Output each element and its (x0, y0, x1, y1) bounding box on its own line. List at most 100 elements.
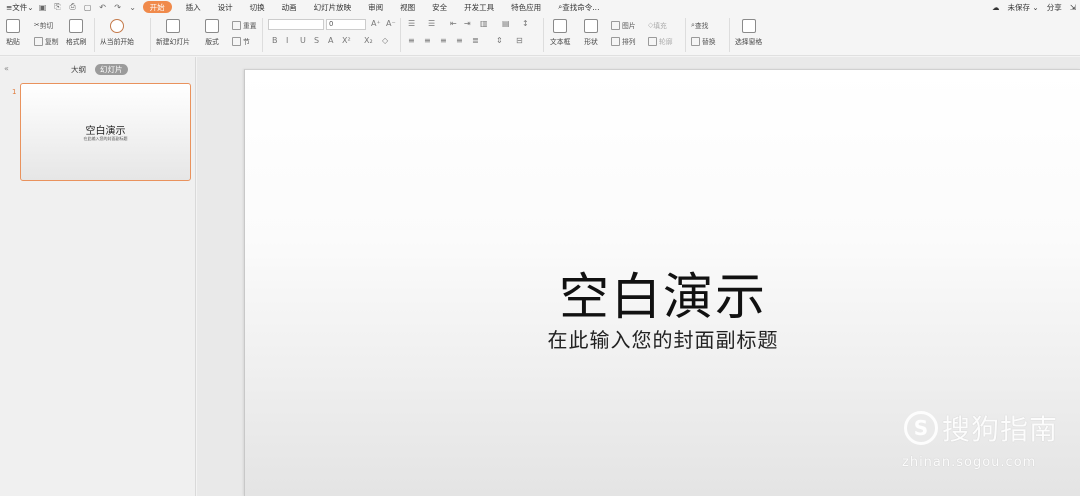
tab-special-apps[interactable]: 特色应用 (511, 1, 541, 13)
shape-button[interactable]: 形状 (584, 19, 598, 46)
paste-icon (6, 19, 20, 33)
justify-icon[interactable]: ≡ (456, 36, 463, 45)
share-button[interactable]: 分享 (1047, 2, 1062, 13)
line-spacing-icon[interactable]: ↕ (522, 19, 529, 28)
numbered-list-icon[interactable]: ☰ (428, 19, 435, 28)
divider (543, 18, 544, 52)
tab-developer[interactable]: 开发工具 (464, 1, 494, 13)
align-center-icon[interactable]: ≡ (424, 36, 431, 45)
redo-icon[interactable]: ↷ (113, 2, 123, 12)
reset-label: 重置 (243, 22, 257, 30)
reset-icon (232, 20, 241, 30)
picture-label: 图片 (622, 22, 636, 30)
reset-button[interactable]: 重置 (232, 20, 257, 30)
clear-format-icon[interactable]: ◇ (382, 36, 388, 45)
bullet-list-icon[interactable]: ☰ (408, 19, 415, 28)
slide-subtitle[interactable]: 在此输入您的封面副标题 (245, 324, 1080, 353)
format-painter-button[interactable]: 格式刷 (66, 19, 86, 46)
picture-button[interactable]: 图片 (611, 20, 636, 30)
preview-icon[interactable]: ▢ (83, 2, 93, 12)
increase-font-icon[interactable]: A⁺ (371, 19, 381, 28)
italic-icon[interactable]: I (286, 36, 288, 45)
brush-icon (69, 19, 84, 33)
paragraph-icon[interactable]: ⊟ (516, 36, 523, 45)
text-direction-icon[interactable]: ▤ (502, 19, 510, 28)
layout-icon (205, 19, 219, 33)
expand-icon[interactable]: ⇲ (1070, 3, 1076, 12)
watermark-text: 搜狗指南 (942, 413, 1059, 446)
outline-button[interactable]: 轮廓 (648, 36, 673, 46)
tab-slideshow[interactable]: 幻灯片放映 (314, 1, 352, 13)
selection-pane-label: 选择窗格 (735, 38, 763, 46)
font-color-icon[interactable]: A (328, 36, 333, 45)
tab-insert[interactable]: 插入 (186, 1, 201, 13)
menu-bar: ≡ 文件 ⌄ ▣ ⎘ ⎙ ▢ ↶ ↷ ⌄ 开始 插入 设计 切换 动画 幻灯片放… (0, 0, 1080, 14)
replace-label: 替换 (702, 38, 716, 46)
print-icon[interactable]: ⎙ (68, 2, 78, 12)
command-search[interactable]: ⌕ 查找命令... (558, 1, 599, 13)
tab-review[interactable]: 审阅 (368, 1, 383, 13)
arrange-label: 排列 (622, 38, 636, 46)
arrange-icon (611, 36, 620, 46)
outline-label: 轮廓 (659, 38, 673, 46)
slide-thumbnail[interactable]: 空白演示 在此输入您的封面副标题 (20, 83, 191, 181)
selection-pane-button[interactable]: 选择窗格 (735, 19, 762, 46)
shape-label: 形状 (584, 38, 598, 46)
vertical-align-icon[interactable]: ⇕ (496, 36, 503, 45)
decrease-font-icon[interactable]: A⁻ (386, 19, 396, 28)
play-from-current-button[interactable]: 从当前开始 (100, 19, 134, 46)
watermark: S 搜狗指南 (904, 408, 1058, 448)
export-icon[interactable]: ⎘ (53, 2, 63, 12)
play-icon (109, 19, 124, 33)
slide-title[interactable]: 空白演示 (245, 257, 1080, 329)
tab-view[interactable]: 视图 (400, 1, 415, 13)
columns-icon[interactable]: ▥ (480, 19, 488, 28)
new-slide-icon (165, 19, 180, 33)
tab-slides[interactable]: 幻灯片 (95, 64, 128, 75)
new-slide-button[interactable]: 新建幻灯片 (156, 19, 190, 46)
underline-icon[interactable]: U (300, 36, 306, 45)
indent-decrease-icon[interactable]: ⇤ (450, 19, 457, 28)
align-left-icon[interactable]: ≡ (408, 36, 415, 45)
cut-label: 剪切 (39, 22, 54, 30)
paste-button[interactable]: 粘贴 (6, 19, 20, 46)
unsaved-status[interactable]: ☁ 未保存 ⌄ (984, 2, 1039, 13)
section-button[interactable]: 节 (232, 36, 250, 46)
copy-button[interactable]: 复制 (34, 36, 59, 46)
file-menu[interactable]: ≡ 文件 ⌄ (6, 1, 34, 13)
arrange-button[interactable]: 排列 (611, 36, 636, 46)
layout-button[interactable]: 版式 (205, 19, 219, 46)
tab-security[interactable]: 安全 (432, 1, 447, 13)
superscript-icon[interactable]: X² (342, 36, 351, 45)
subscript-icon[interactable]: X₂ (364, 36, 373, 45)
tab-transition[interactable]: 切换 (250, 1, 265, 13)
indent-increase-icon[interactable]: ⇥ (464, 19, 471, 28)
tab-design[interactable]: 设计 (218, 1, 233, 13)
font-name-select[interactable] (268, 19, 324, 30)
sogou-logo-icon: S (904, 411, 938, 445)
slide-number: 1 (12, 88, 17, 96)
distribute-icon[interactable]: ≣ (472, 36, 479, 45)
align-right-icon[interactable]: ≡ (440, 36, 447, 45)
collapse-panel-icon[interactable]: « (4, 64, 9, 73)
section-icon (232, 36, 241, 46)
find-button[interactable]: ⌕ 查找 (691, 20, 708, 31)
save-icon[interactable]: ▣ (38, 2, 48, 12)
bold-icon[interactable]: B (272, 36, 278, 45)
tab-animation[interactable]: 动画 (282, 1, 297, 13)
tab-outline[interactable]: 大纲 (71, 64, 86, 75)
tab-home[interactable]: 开始 (142, 1, 172, 13)
font-size-select[interactable]: 0 (326, 19, 366, 30)
ribbon-toolbar: 粘贴 ✂ 剪切 复制 格式刷 从当前开始 新建幻灯片 版式 重置 节 0 A⁺ A… (0, 14, 1080, 56)
undo-icon[interactable]: ↶ (98, 2, 108, 12)
text-box-label: 文本框 (550, 38, 571, 46)
divider (685, 18, 686, 52)
text-box-button[interactable]: 文本框 (550, 19, 570, 46)
customize-icon[interactable]: ⌄ (128, 2, 138, 12)
divider (729, 18, 730, 52)
fill-button[interactable]: ◇ 填充 (648, 20, 667, 30)
file-menu-label: 文件 (12, 2, 28, 12)
cut-button[interactable]: ✂ 剪切 (34, 20, 53, 30)
replace-button[interactable]: 替换 (691, 36, 716, 46)
strikethrough-icon[interactable]: S (314, 36, 319, 45)
